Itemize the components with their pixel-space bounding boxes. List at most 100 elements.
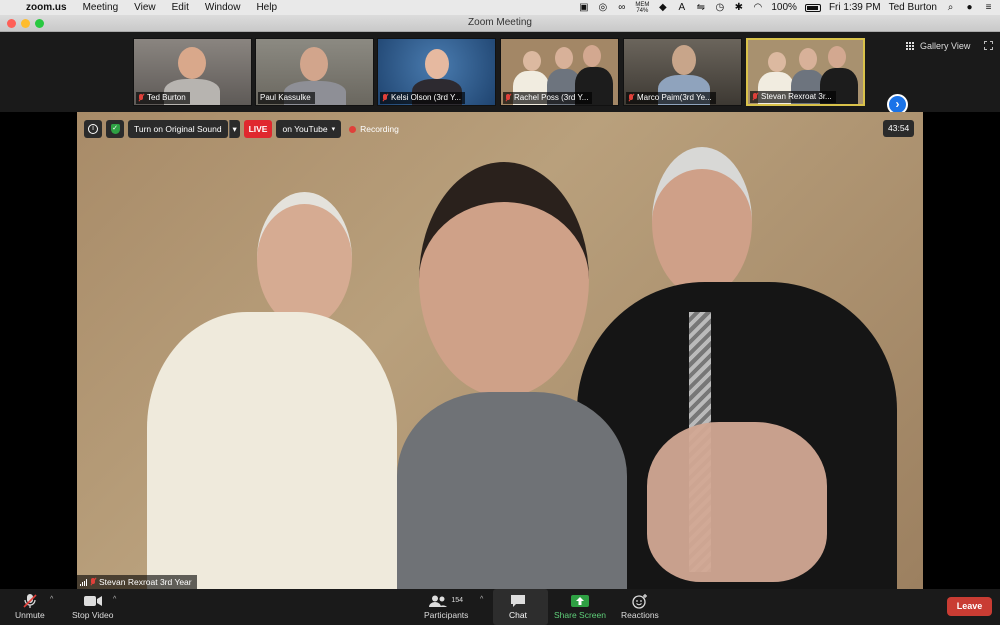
participants-button[interactable]: 154 Participants <box>424 591 468 620</box>
chevron-down-icon: ▾ <box>331 126 336 133</box>
stop-video-button[interactable]: Stop Video <box>72 591 113 620</box>
encryption-button[interactable]: ✓ <box>106 120 124 138</box>
recording-dot-icon <box>349 125 357 133</box>
bluetooth-sync-icon[interactable]: ⇋ <box>695 2 706 13</box>
muted-mic-icon <box>382 94 388 102</box>
chevron-down-icon: ▾ <box>232 123 237 134</box>
notification-center-icon[interactable]: ≡ <box>983 2 994 13</box>
battery-percent[interactable]: 100% <box>771 2 797 13</box>
chat-label: Chat <box>509 610 527 620</box>
live-platform-label: on YouTube <box>282 124 328 134</box>
participant-name-label: Paul Kassulke <box>258 92 315 104</box>
participant-thumbnail[interactable]: Marco Paim(3rd Ye... <box>623 38 742 106</box>
memory-indicator[interactable]: MEM 74% <box>635 2 649 14</box>
participant-thumbnail[interactable]: Rachel Poss (3rd Y... <box>500 38 619 106</box>
menu-clock[interactable]: Fri 1:39 PM <box>829 2 881 13</box>
menu-meeting[interactable]: Meeting <box>83 2 119 13</box>
muted-mic-icon <box>628 94 634 102</box>
participant-video-figure <box>768 52 786 72</box>
siri-icon[interactable]: ● <box>964 2 975 13</box>
live-badge[interactable]: LIVE <box>243 120 273 138</box>
reactions-label: Reactions <box>621 610 659 620</box>
participant-name-label: Kelsi Olson (3rd Y... <box>380 92 465 104</box>
participant-video-figure <box>425 49 449 79</box>
spotlight-search-icon[interactable]: ⌕ <box>945 2 956 13</box>
time-machine-icon[interactable]: ◷ <box>714 2 725 13</box>
creative-cloud-icon[interactable]: ∞ <box>616 2 627 13</box>
video-camera-icon <box>83 591 103 610</box>
muted-microphone-icon <box>23 591 37 610</box>
participant-video-figure <box>828 46 846 68</box>
bluetooth-icon[interactable]: ✱ <box>733 2 744 13</box>
gallery-view-button[interactable]: Gallery View <box>906 41 970 51</box>
chat-button[interactable]: Chat <box>509 591 527 620</box>
participant-thumbnail-active[interactable]: Stevan Rexroat 3r... <box>746 38 865 106</box>
info-icon: i <box>88 124 98 134</box>
participant-name-label: Stevan Rexroat 3r... <box>750 91 836 103</box>
audio-options-caret-icon[interactable]: ^ <box>50 596 53 603</box>
muted-mic-icon <box>90 578 96 586</box>
recording-label: Recording <box>360 124 399 134</box>
video-figure-part <box>257 192 352 327</box>
video-figure-part <box>652 147 752 297</box>
signal-strength-icon <box>80 578 87 586</box>
fullscreen-icon[interactable] <box>984 41 993 50</box>
battery-icon[interactable] <box>804 3 821 12</box>
muted-mic-icon <box>752 93 758 101</box>
shield-check-icon: ✓ <box>110 124 120 134</box>
chevron-right-icon: › <box>895 97 900 111</box>
unmute-label: Unmute <box>15 610 45 620</box>
active-speaker-name: Stevan Rexroat 3rd Year <box>99 577 192 587</box>
grid-icon <box>906 41 915 51</box>
meeting-info-button[interactable]: i <box>84 120 102 138</box>
participant-video-figure <box>300 47 328 81</box>
video-figure-part <box>419 162 589 397</box>
participant-thumbnail[interactable]: Kelsi Olson (3rd Y... <box>377 38 496 106</box>
participant-name-label: Rachel Poss (3rd Y... <box>503 92 593 104</box>
window-title: Zoom Meeting <box>468 17 532 28</box>
macos-menu-bar: zoom.us Meeting View Edit Window Help ▣ … <box>0 0 1000 15</box>
video-figure-part <box>397 392 627 589</box>
participant-name-label: Ted Burton <box>136 92 190 104</box>
participants-icon <box>429 595 448 607</box>
sync-status-icon[interactable]: ◎ <box>597 2 608 13</box>
leave-meeting-button[interactable]: Leave <box>947 597 992 616</box>
muted-mic-icon <box>505 94 511 102</box>
menu-app-name[interactable]: zoom.us <box>26 2 67 13</box>
muted-mic-icon <box>138 94 144 102</box>
wifi-icon[interactable]: ◠ <box>752 2 763 13</box>
participant-name-label: Marco Paim(3rd Ye... <box>626 92 716 104</box>
participant-thumbnail[interactable]: Ted Burton <box>133 38 252 106</box>
active-speaker-video <box>77 112 923 589</box>
dropbox-icon[interactable]: ◆ <box>657 2 668 13</box>
share-screen-label: Share Screen <box>554 610 606 620</box>
font-menu-icon[interactable]: A <box>676 2 687 13</box>
menu-user[interactable]: Ted Burton <box>889 2 937 13</box>
window-title-bar: Zoom Meeting <box>0 15 1000 32</box>
participant-video-figure <box>523 51 541 71</box>
recording-indicator[interactable]: Recording <box>349 124 399 134</box>
menu-edit[interactable]: Edit <box>172 2 189 13</box>
share-screen-icon <box>570 591 589 610</box>
video-figure <box>147 192 397 589</box>
menu-view[interactable]: View <box>134 2 156 13</box>
camera-status-icon[interactable]: ▣ <box>578 2 589 13</box>
participant-filmstrip: Ted Burton Paul Kassulke Kelsi Olson (3r… <box>0 32 1000 115</box>
share-screen-button[interactable]: Share Screen <box>554 591 606 620</box>
original-sound-dropdown[interactable]: ▾ <box>228 120 240 138</box>
reactions-button[interactable]: Reactions <box>621 591 659 620</box>
stop-video-label: Stop Video <box>72 610 114 620</box>
menu-help[interactable]: Help <box>256 2 277 13</box>
video-options-caret-icon[interactable]: ^ <box>113 596 116 603</box>
live-stream-dropdown[interactable]: on YouTube ▾ <box>276 120 342 138</box>
menu-window[interactable]: Window <box>205 2 241 13</box>
video-figure-part <box>147 312 397 589</box>
unmute-button[interactable]: Unmute <box>15 591 45 620</box>
participants-options-caret-icon[interactable]: ^ <box>480 596 483 603</box>
smiley-plus-icon <box>632 591 648 610</box>
active-speaker-name-label: Stevan Rexroat 3rd Year <box>77 575 197 589</box>
original-sound-button[interactable]: Turn on Original Sound <box>128 120 228 138</box>
participant-video-figure <box>555 47 573 69</box>
chat-bubble-icon <box>510 591 526 610</box>
participant-thumbnail[interactable]: Paul Kassulke <box>255 38 374 106</box>
